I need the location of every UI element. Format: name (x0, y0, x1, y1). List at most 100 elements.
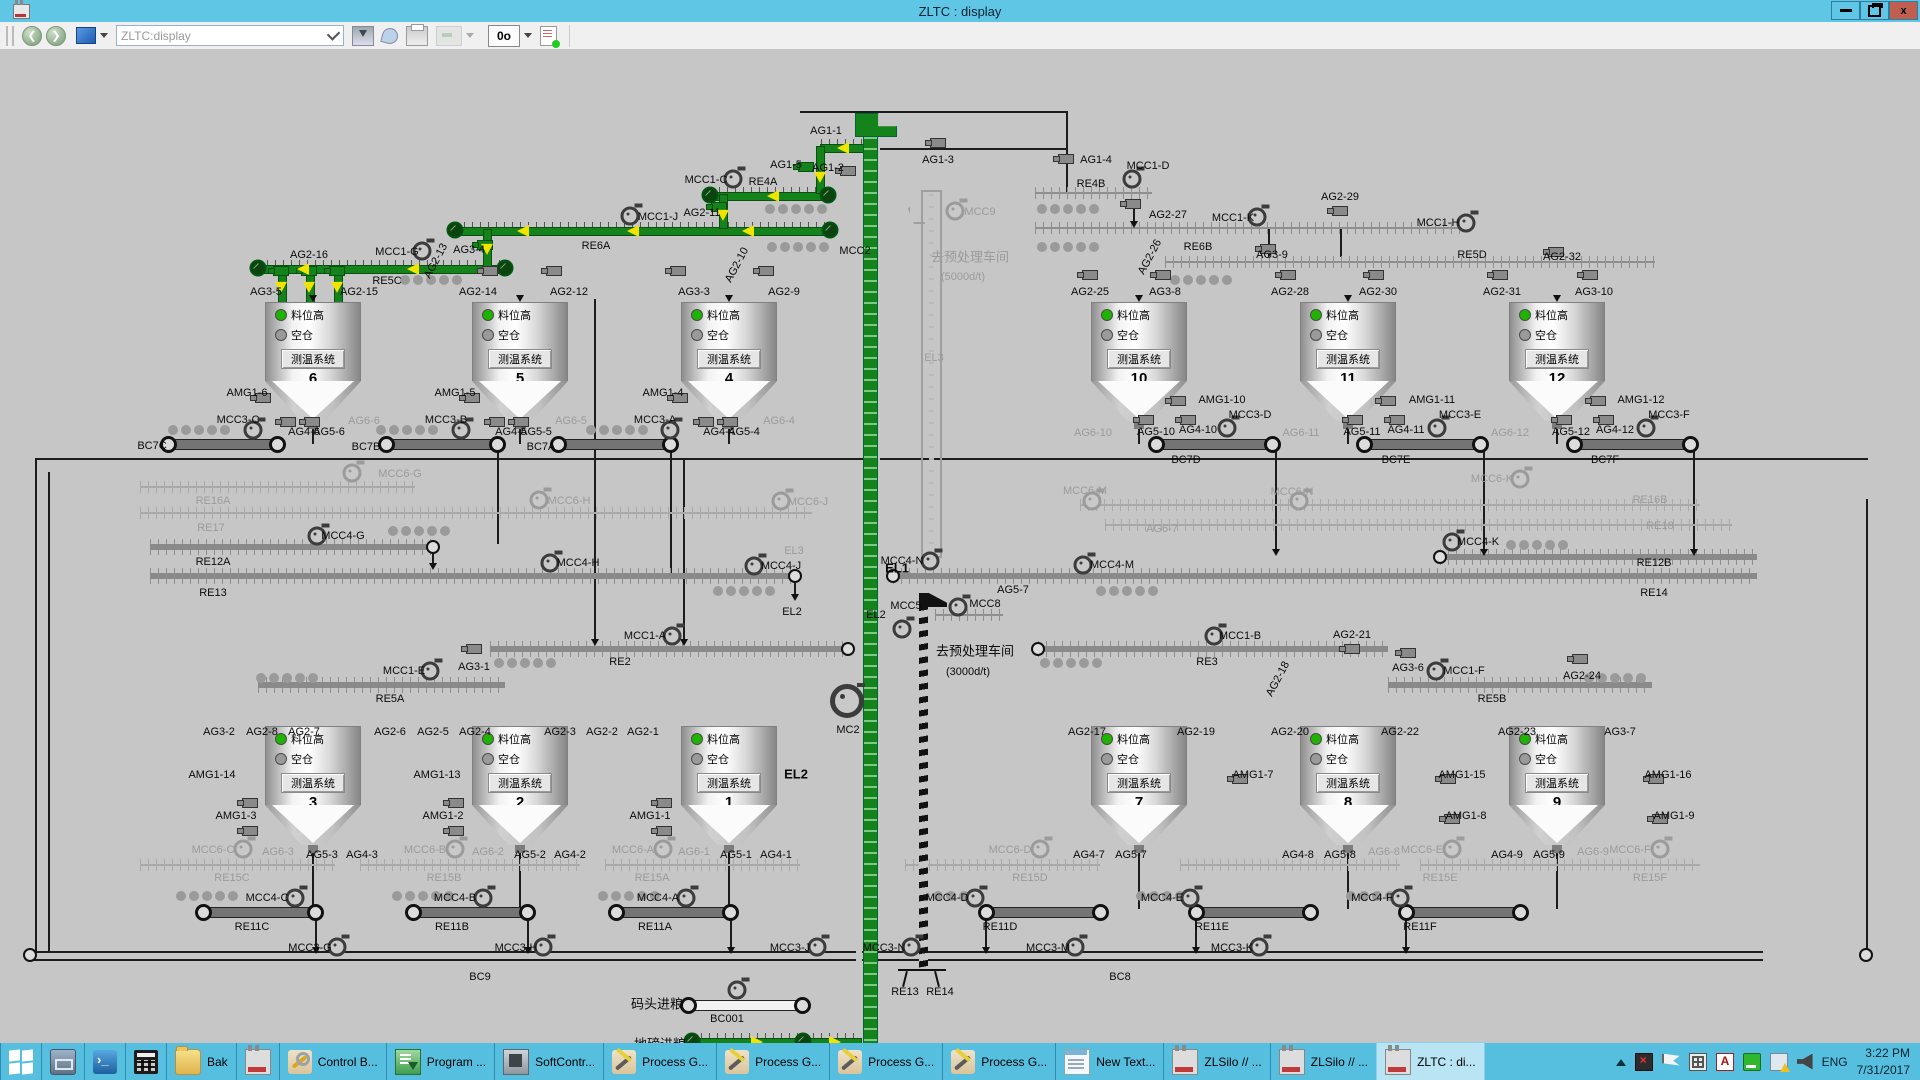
minimize-button[interactable] (1831, 1, 1860, 20)
forward-button[interactable]: ❯ (46, 26, 66, 46)
silo[interactable]: 料位高空仓测温系统2 (472, 726, 568, 853)
taskbar-button-process-g-[interactable]: Process G... (604, 1043, 716, 1080)
tray-hide-icon[interactable] (1616, 1054, 1626, 1066)
temp-system-button[interactable]: 测温系统 (697, 773, 761, 793)
taskbar-button-process-g-[interactable]: Process G... (943, 1043, 1055, 1080)
gate-valve-icon[interactable] (670, 266, 686, 276)
fan-icon[interactable] (446, 840, 465, 859)
pin-icon[interactable] (380, 26, 400, 46)
silo[interactable]: 料位高空仓测温系统4 (681, 302, 777, 429)
silo[interactable]: 料位高空仓测温系统10 (1091, 302, 1187, 429)
temp-system-button[interactable]: 测温系统 (281, 349, 345, 369)
fan-icon[interactable] (949, 598, 968, 617)
taskbar-button-bak[interactable]: Bak (167, 1043, 236, 1080)
gate-valve-icon[interactable] (656, 798, 672, 808)
gate-valve-icon[interactable] (1138, 415, 1154, 425)
taskbar-button-ps[interactable] (85, 1043, 125, 1080)
gate-valve-icon[interactable] (546, 266, 562, 276)
gate-valve-icon[interactable] (242, 798, 258, 808)
taskbar-button-program-[interactable]: Program ... (387, 1043, 494, 1080)
silo[interactable]: 料位高空仓测温系统5 (472, 302, 568, 429)
gate-valve-icon[interactable] (758, 266, 774, 276)
fan-icon[interactable] (1511, 470, 1530, 489)
fan-icon[interactable] (474, 889, 493, 908)
taskbar-button-softcontr-[interactable]: SoftContr... (495, 1043, 603, 1080)
taskbar-button-new-text-[interactable]: New Text... (1056, 1043, 1163, 1080)
tray-netwarn-icon[interactable] (1770, 1053, 1788, 1071)
gate-valve-icon[interactable] (1492, 270, 1508, 280)
close-button[interactable]: x (1889, 1, 1918, 20)
taskbar-button-factory[interactable] (237, 1043, 279, 1080)
gate-valve-icon[interactable] (482, 266, 498, 276)
import-display-icon[interactable] (352, 26, 374, 46)
silo[interactable]: 料位高空仓测温系统12 (1509, 302, 1605, 429)
display-address-combobox[interactable]: ZLTC:display (116, 25, 344, 46)
tray-green-icon[interactable] (1743, 1053, 1761, 1071)
gate-valve-icon[interactable] (1170, 396, 1186, 406)
gate-valve-icon[interactable] (242, 826, 258, 836)
tray-calc-icon[interactable] (1689, 1053, 1707, 1071)
taskbar-button-zltc-di-[interactable]: ZLTC : di... (1377, 1043, 1483, 1080)
fan-icon[interactable] (1123, 170, 1142, 189)
document-check-icon[interactable] (540, 26, 557, 46)
gate-valve-icon[interactable] (1155, 270, 1171, 280)
fan-icon[interactable] (728, 981, 747, 1000)
gate-valve-icon[interactable] (273, 266, 289, 276)
silo[interactable]: 料位高空仓测温系统7 (1091, 726, 1187, 853)
gate-valve-icon[interactable] (1400, 648, 1416, 658)
fan-icon[interactable] (530, 491, 549, 510)
gate-valve-icon[interactable] (448, 798, 464, 808)
fan-icon[interactable] (1181, 889, 1200, 908)
gate-valve-icon[interactable] (1280, 270, 1296, 280)
display-cube-icon[interactable] (76, 27, 96, 44)
gate-valve-icon[interactable] (466, 644, 482, 654)
fan-icon[interactable] (1651, 840, 1670, 859)
zero-counter-button[interactable]: 0o (488, 25, 520, 47)
counter-dropdown-arrow[interactable] (524, 33, 532, 42)
taskbar-clock[interactable]: 3:22 PM 7/31/2017 (1857, 1045, 1910, 1077)
fan-icon[interactable] (677, 889, 696, 908)
gate-valve-icon[interactable] (1572, 654, 1588, 664)
temp-system-button[interactable]: 测温系统 (1107, 349, 1171, 369)
gate-valve-icon[interactable] (1582, 270, 1598, 280)
gate-valve-icon[interactable] (656, 826, 672, 836)
fan-icon[interactable] (808, 938, 827, 957)
taskbar-button-control-b-[interactable]: Control B... (280, 1043, 386, 1080)
silo[interactable]: 料位高空仓测温系统6 (265, 302, 361, 429)
gate-valve-icon[interactable] (448, 826, 464, 836)
gate-valve-icon[interactable] (930, 138, 946, 148)
taskbar-button-zlsilo-[interactable]: ZLSilo // ... (1271, 1043, 1376, 1080)
temp-system-button[interactable]: 测温系统 (1525, 349, 1589, 369)
gate-valve-icon[interactable] (1347, 415, 1363, 425)
taskbar-button-grid[interactable] (126, 1043, 166, 1080)
temp-system-button[interactable]: 测温系统 (1316, 349, 1380, 369)
gate-valve-icon[interactable] (1556, 415, 1572, 425)
gate-valve-icon[interactable] (329, 266, 345, 276)
tray-speaker-icon[interactable] (1797, 1054, 1813, 1070)
fan-icon[interactable] (946, 202, 965, 221)
tray-flag-icon[interactable] (1662, 1054, 1680, 1070)
taskbar-button-process-g-[interactable]: Process G... (717, 1043, 829, 1080)
tray-reda-icon[interactable] (1716, 1053, 1734, 1071)
back-button[interactable]: ❮ (22, 26, 42, 46)
toolbar-grip[interactable] (6, 26, 14, 46)
fan-icon[interactable] (234, 840, 253, 859)
gate-valve-icon[interactable] (1368, 270, 1384, 280)
fan-icon[interactable] (893, 620, 912, 639)
silo[interactable]: 料位高空仓测温系统9 (1509, 726, 1605, 853)
temp-system-button[interactable]: 测温系统 (488, 349, 552, 369)
silo[interactable]: 料位高空仓测温系统8 (1300, 726, 1396, 853)
tray-monitor-icon[interactable] (1635, 1053, 1653, 1071)
silo[interactable]: 料位高空仓测温系统3 (265, 726, 361, 853)
gate-valve-icon[interactable] (1082, 270, 1098, 280)
temp-system-button[interactable]: 测温系统 (697, 349, 761, 369)
gate-valve-icon[interactable] (1344, 644, 1360, 654)
taskbar-button-srv[interactable] (42, 1043, 84, 1080)
temp-system-button[interactable]: 测温系统 (1107, 773, 1171, 793)
silo[interactable]: 料位高空仓测温系统11 (1300, 302, 1396, 429)
fan-icon[interactable] (1637, 419, 1656, 438)
fan-icon[interactable] (1443, 840, 1462, 859)
fan-icon[interactable] (1428, 419, 1447, 438)
language-indicator[interactable]: ENG (1822, 1055, 1848, 1069)
temp-system-button[interactable]: 测温系统 (1316, 773, 1380, 793)
